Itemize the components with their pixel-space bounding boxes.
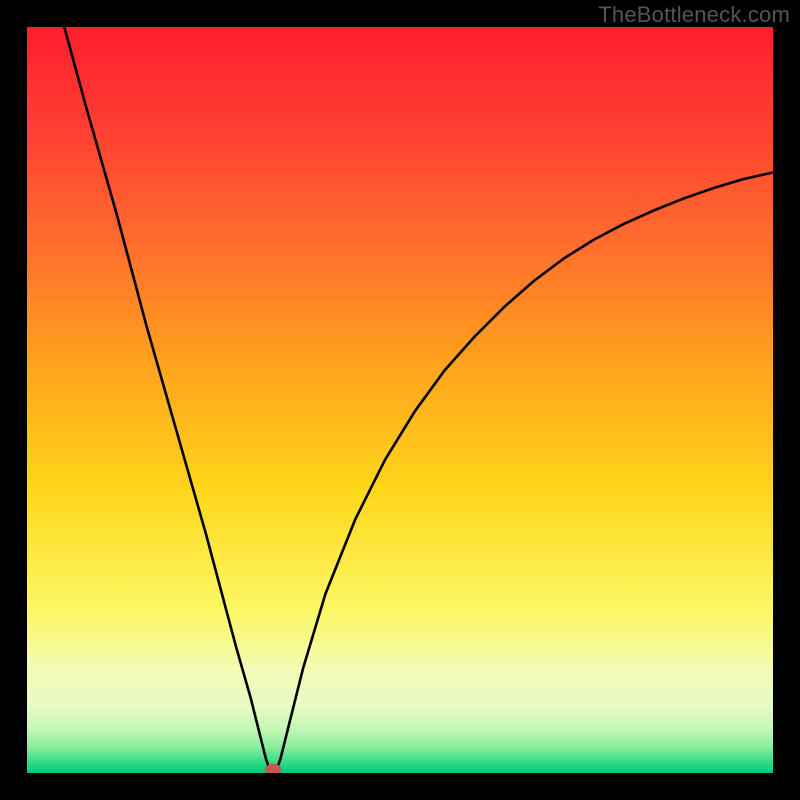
watermark-label: TheBottleneck.com bbox=[598, 2, 790, 28]
bottleneck-chart bbox=[27, 27, 773, 773]
chart-background bbox=[27, 27, 773, 773]
chart-frame: TheBottleneck.com bbox=[0, 0, 800, 800]
